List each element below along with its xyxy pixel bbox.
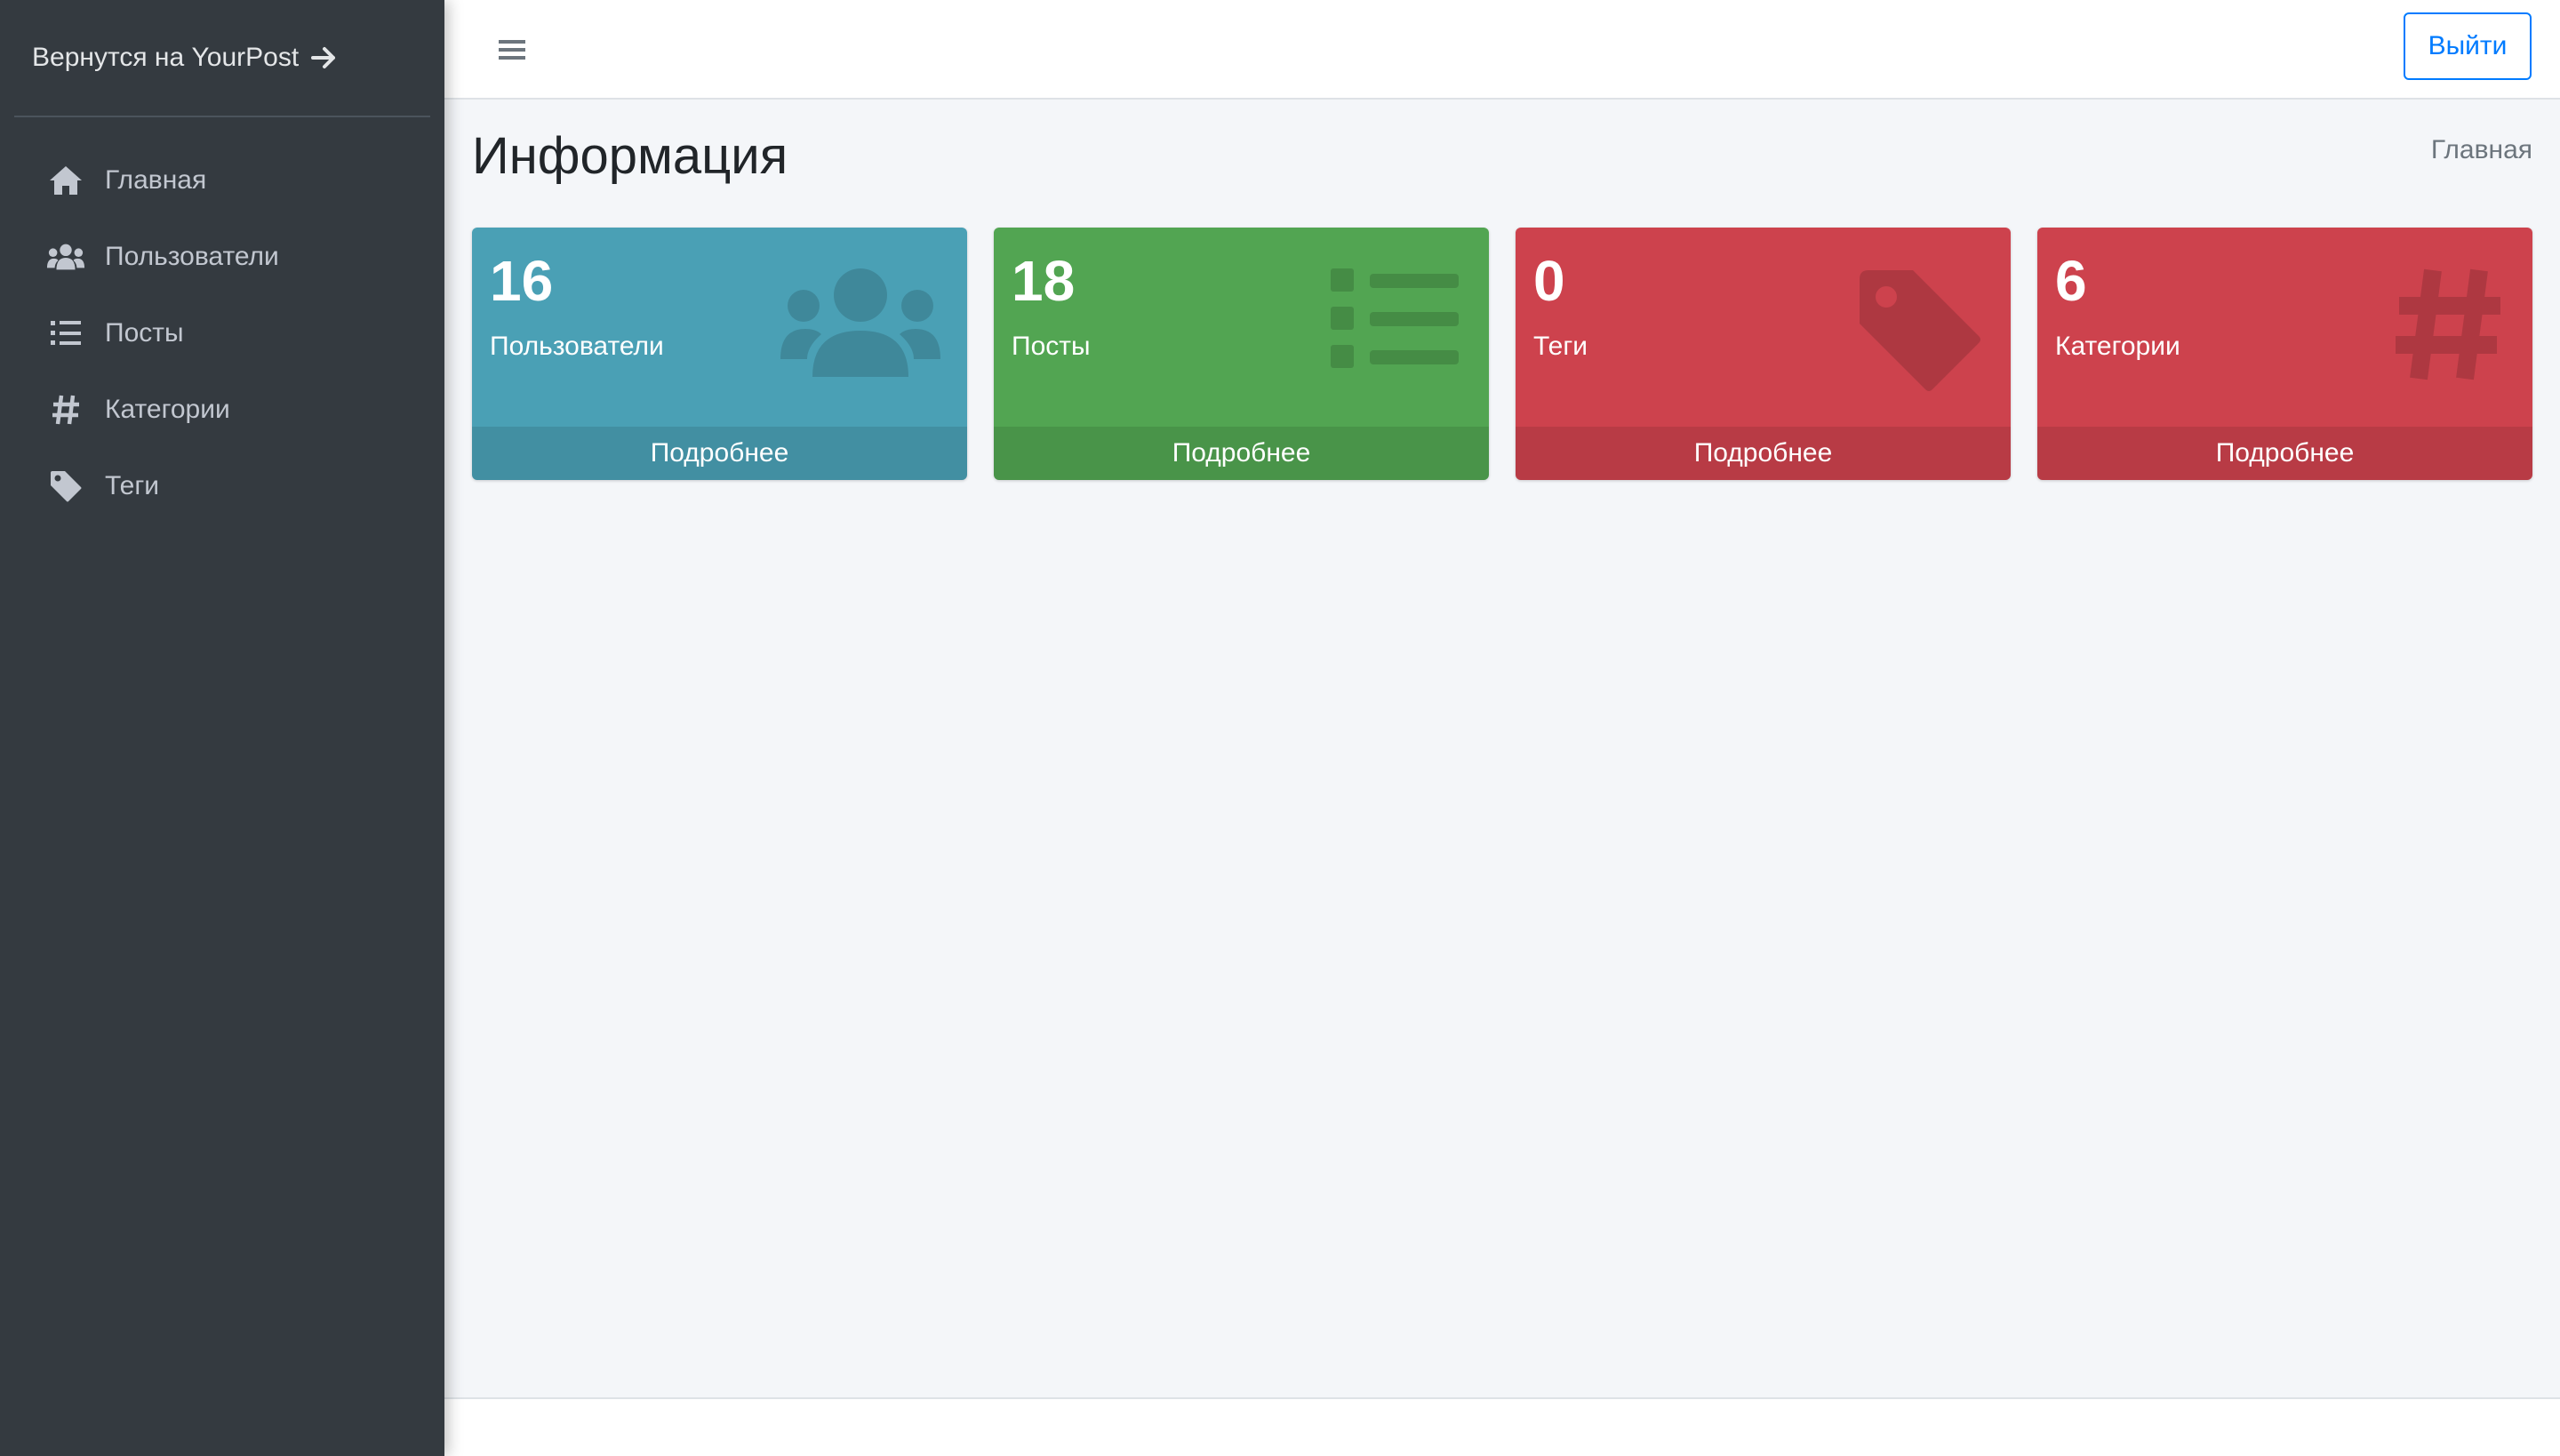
arrow-right-icon xyxy=(311,45,338,70)
more-info-link[interactable]: Подробнее xyxy=(1516,427,2011,480)
back-to-site-link[interactable]: Вернутся на YourPost xyxy=(14,0,430,117)
stat-card-posts: 18 Посты Подробнее xyxy=(994,228,1489,480)
brand-label: Вернутся на YourPost xyxy=(32,43,300,72)
stat-count: 0 xyxy=(1533,249,1565,313)
list-icon xyxy=(1329,267,1462,374)
tag-icon xyxy=(46,467,85,506)
home-icon xyxy=(46,161,85,200)
sidebar-item-categories[interactable]: Категории xyxy=(0,372,444,448)
more-info-link[interactable]: Подробнее xyxy=(472,427,967,480)
stat-count: 18 xyxy=(1012,249,1076,313)
admin-app: Вернутся на YourPost Главная Пользовател… xyxy=(0,0,2560,1456)
more-info-link[interactable]: Подробнее xyxy=(2037,427,2532,480)
top-navbar: Выйти xyxy=(444,0,2560,100)
hamburger-icon[interactable] xyxy=(492,32,532,68)
page-title: Информация xyxy=(472,127,788,185)
stat-card-categories: 6 Категории Подробнее xyxy=(2037,228,2532,480)
stat-label: Пользователи xyxy=(490,331,664,361)
sidebar-item-label: Теги xyxy=(105,471,160,500)
tag-icon xyxy=(1856,267,1984,399)
hashtag-icon xyxy=(46,390,85,429)
more-info-link[interactable]: Подробнее xyxy=(994,427,1489,480)
list-icon xyxy=(46,314,85,353)
stat-count: 16 xyxy=(490,249,554,313)
stat-card-tags: 0 Теги Подробнее xyxy=(1516,228,2011,480)
sidebar-item-home[interactable]: Главная xyxy=(0,142,444,219)
stat-cards: 16 Пользователи Подробнее 18 Посты Подро… xyxy=(472,228,2532,480)
sidebar-item-label: Категории xyxy=(105,395,230,424)
sidebar: Вернутся на YourPost Главная Пользовател… xyxy=(0,0,444,1456)
hashtag-icon xyxy=(2390,267,2506,387)
sidebar-nav: Главная Пользователи Посты Категории Тег… xyxy=(0,142,444,524)
logout-button[interactable]: Выйти xyxy=(2404,12,2532,80)
sidebar-item-label: Главная xyxy=(105,165,207,195)
sidebar-item-users[interactable]: Пользователи xyxy=(0,219,444,295)
stat-count: 6 xyxy=(2055,249,2087,313)
breadcrumb-item-home[interactable]: Главная xyxy=(2431,135,2532,164)
page-footer xyxy=(444,1397,2560,1456)
sidebar-item-label: Посты xyxy=(105,318,184,348)
breadcrumb[interactable]: Главная xyxy=(2431,135,2532,165)
stat-label: Теги xyxy=(1533,331,1588,361)
stat-label: Посты xyxy=(1012,331,1091,361)
users-icon xyxy=(46,237,85,276)
content-header: Информация Главная xyxy=(472,100,2532,215)
sidebar-item-posts[interactable]: Посты xyxy=(0,295,444,372)
users-icon xyxy=(780,267,940,381)
stat-card-users: 16 Пользователи Подробнее xyxy=(472,228,967,480)
sidebar-item-label: Пользователи xyxy=(105,242,279,271)
stat-label: Категории xyxy=(2055,331,2180,361)
sidebar-item-tags[interactable]: Теги xyxy=(0,448,444,524)
